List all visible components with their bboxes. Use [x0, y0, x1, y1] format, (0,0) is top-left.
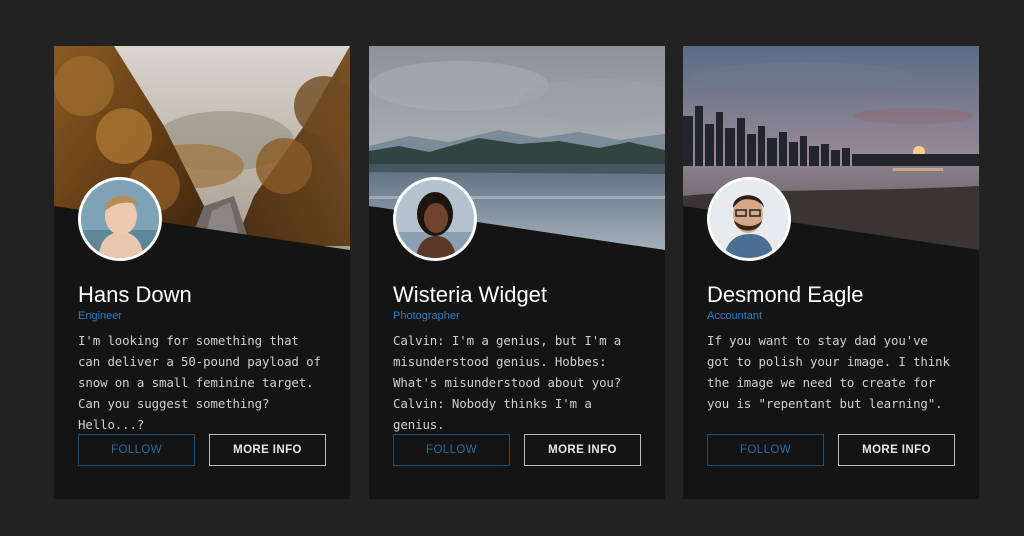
profile-role: Photographer — [393, 310, 460, 322]
profile-name: Desmond Eagle — [707, 282, 864, 307]
profile-name: Wisteria Widget — [393, 282, 548, 307]
avatar — [78, 177, 162, 261]
profile-card: Desmond Eagle Accountant If you want to … — [683, 46, 979, 499]
profile-description: If you want to stay dad you've got to po… — [707, 333, 950, 411]
avatar — [393, 177, 477, 261]
more-info-button[interactable]: MORE INFO — [524, 434, 641, 466]
profile-role: Accountant — [707, 310, 763, 322]
profile-card: Hans Down Engineer I'm looking for somet… — [54, 46, 350, 499]
follow-button[interactable]: FOLLOW — [78, 434, 195, 466]
avatar — [707, 177, 791, 261]
more-info-button[interactable]: MORE INFO — [209, 434, 326, 466]
profile-role: Engineer — [78, 310, 123, 322]
follow-button[interactable]: FOLLOW — [393, 434, 510, 466]
more-info-button[interactable]: MORE INFO — [838, 434, 955, 466]
profile-description: I'm looking for something that can deliv… — [78, 333, 321, 432]
profile-description: Calvin: I'm a genius, but I'm a misunder… — [393, 333, 622, 432]
profile-name: Hans Down — [78, 282, 192, 307]
follow-button[interactable]: FOLLOW — [707, 434, 824, 466]
profile-card: Wisteria Widget Photographer Calvin: I'm… — [369, 46, 665, 499]
